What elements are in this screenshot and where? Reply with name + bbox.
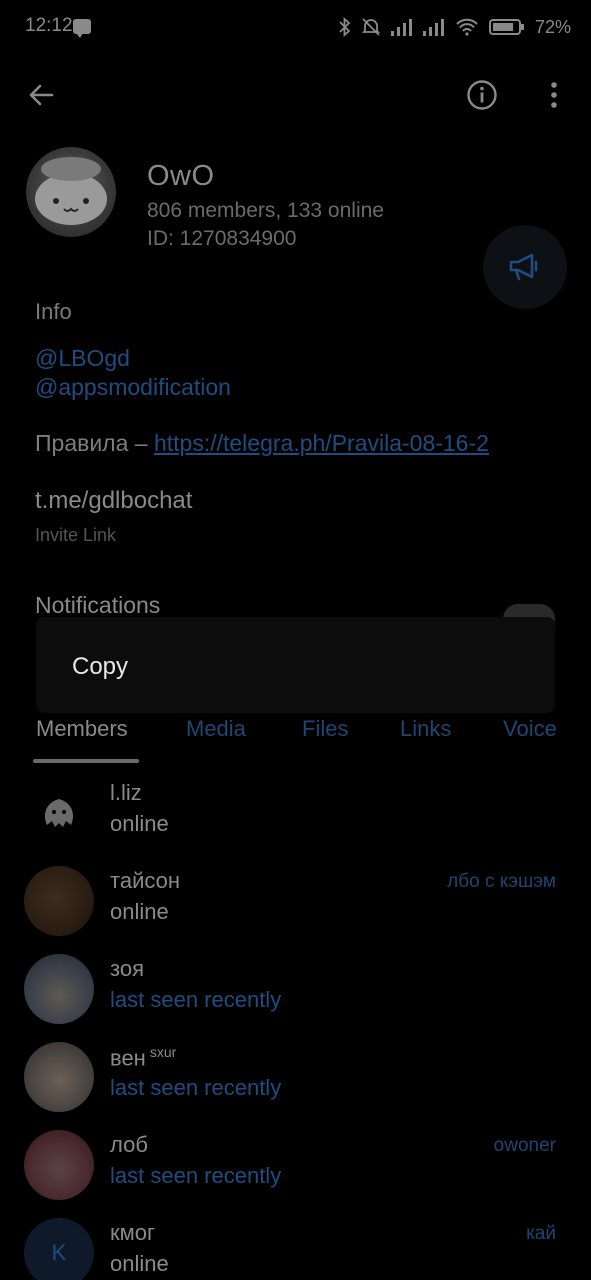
back-button[interactable] [17,71,65,119]
status-bar: 12:12 72% [0,0,591,54]
top-bar [0,60,591,130]
member-name: лоб [110,1132,148,1157]
rules-prefix: Правила – [35,430,154,456]
chat-avatar-image [35,157,107,225]
chat-title: OwO [147,160,215,192]
tab-voice[interactable]: Voice [503,716,557,742]
arrow-left-icon [29,84,54,106]
avatar [24,954,94,1024]
member-row[interactable]: l.liz online [0,778,591,866]
member-name: зоя [110,956,144,981]
info-link-lbogd[interactable]: @LBOgd [35,345,130,372]
battery-percent: 72% [534,16,571,37]
member-status: last seen recently [110,1075,282,1100]
member-name: l.liz [110,780,142,805]
avatar [24,1042,94,1112]
member-status: last seen recently [110,1163,282,1188]
member-row[interactable]: зоя last seen recently [0,954,591,1042]
signal-icon-1 [390,19,412,36]
status-icons: 72% [339,15,571,39]
broadcast-fab[interactable] [483,225,567,309]
tab-media[interactable]: Media [186,716,246,742]
tab-links[interactable]: Links [400,716,451,742]
megaphone-icon [509,253,538,281]
tab-files[interactable]: Files [302,716,348,742]
member-row[interactable]: K кмог online кай [0,1218,591,1280]
member-row[interactable]: лоб last seen recently owoner [0,1130,591,1218]
member-status: online [110,811,169,836]
member-tag: sxur [149,1044,177,1060]
member-status: last seen recently [110,987,282,1012]
notifications-label: Notifications [35,592,161,618]
invite-link[interactable]: t.me/gdlbochat [35,487,192,515]
media-tabs: Members Media Files Links Voice [0,712,591,764]
member-row[interactable]: тайсон online лбо с кэшэм [0,866,591,954]
rules-link[interactable]: https://telegra.ph/Pravila-08-16-2 [154,430,489,456]
member-status: online [110,899,169,924]
member-row[interactable]: вен sxur last seen recently [0,1042,591,1130]
chat-members-count: 806 members, 133 online [147,199,384,222]
more-button[interactable] [530,71,578,119]
invite-link-label: Invite Link [35,525,117,545]
avatar [24,866,94,936]
chat-avatar[interactable] [26,147,116,237]
member-name: тайсон [110,868,180,893]
message-notification-icon [73,19,91,38]
status-time: 12:12 [25,15,73,36]
member-role: лбо с кэшэм [447,871,556,892]
member-name: вен sxur [110,1044,177,1071]
bluetooth-icon [339,17,351,37]
more-vertical-icon [551,82,557,108]
info-button[interactable] [458,71,506,119]
member-role: кай [526,1223,556,1244]
tab-indicator [33,759,139,763]
member-role: owoner [493,1135,556,1156]
rules-line: Правила – https://telegra.ph/Pravila-08-… [35,430,489,457]
avatar [24,1130,94,1200]
battery-icon [488,19,524,35]
info-link-appsmodification[interactable]: @appsmodification [35,374,231,401]
copy-menu-item[interactable]: Copy [72,653,128,681]
info-icon [467,80,497,110]
avatar: K [24,1218,94,1280]
mute-bell-icon [361,18,381,36]
chat-id: ID: 1270834900 [147,227,297,250]
member-name: кмог [110,1220,156,1245]
tab-members[interactable]: Members [36,716,128,742]
info-section-label: Info [35,299,72,324]
signal-icon-2 [422,19,444,36]
ghost-avatar-icon [44,799,74,827]
context-popup: Copy [36,617,555,713]
avatar [24,778,94,848]
member-status: online [110,1251,169,1276]
wifi-icon [456,18,478,36]
